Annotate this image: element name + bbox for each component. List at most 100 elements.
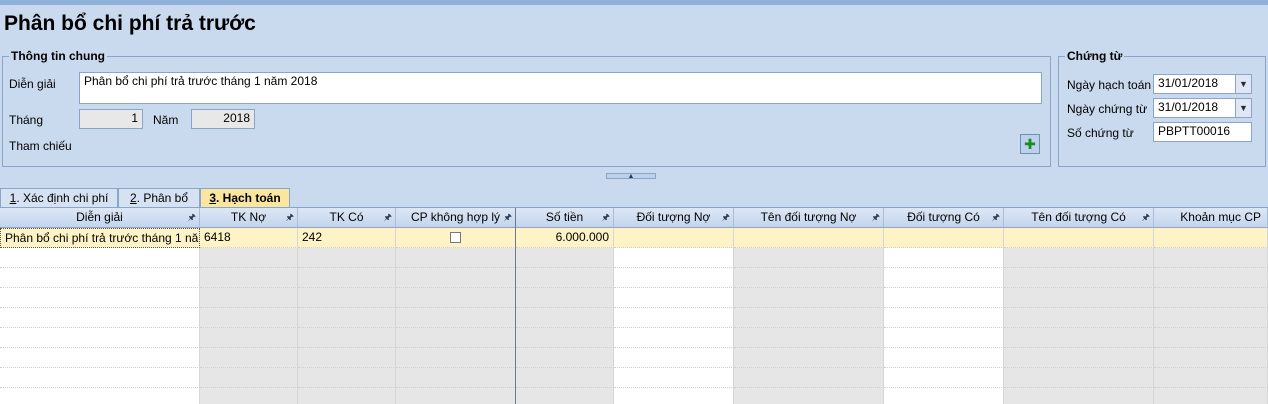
add-reference-icon[interactable]: ✚ xyxy=(1020,134,1040,154)
pin-icon[interactable]: 🖈 xyxy=(188,208,196,227)
column-header[interactable]: Tên đối tượng Có 🖈 xyxy=(1004,208,1154,228)
table-cell[interactable] xyxy=(1154,228,1268,248)
empty-cell[interactable] xyxy=(396,368,516,388)
empty-cell[interactable] xyxy=(884,388,1004,404)
empty-cell[interactable] xyxy=(614,248,734,268)
column-header[interactable]: Diễn giải 🖈 xyxy=(0,208,200,228)
empty-cell[interactable] xyxy=(516,308,614,328)
table-cell[interactable] xyxy=(614,228,734,248)
table-cell[interactable] xyxy=(1004,228,1154,248)
pin-icon[interactable]: 🖈 xyxy=(504,208,512,227)
empty-cell[interactable] xyxy=(1154,288,1268,308)
empty-cell[interactable] xyxy=(516,388,614,404)
empty-cell[interactable] xyxy=(884,348,1004,368)
table-cell[interactable] xyxy=(884,228,1004,248)
year-field[interactable]: 2018 xyxy=(191,109,255,129)
pin-icon[interactable]: 🖈 xyxy=(602,208,610,227)
empty-cell[interactable] xyxy=(1004,388,1154,404)
empty-cell[interactable] xyxy=(614,308,734,328)
empty-cell[interactable] xyxy=(734,288,884,308)
table-cell[interactable]: 6.000.000 xyxy=(516,228,614,248)
empty-cell[interactable] xyxy=(298,328,396,348)
pin-icon[interactable]: 🖈 xyxy=(1142,208,1150,227)
empty-cell[interactable] xyxy=(516,368,614,388)
chevron-down-icon[interactable]: ▼ xyxy=(1235,75,1251,93)
voucher-date-field[interactable]: 31/01/2018 ▼ xyxy=(1153,98,1252,118)
empty-cell[interactable] xyxy=(298,268,396,288)
empty-cell[interactable] xyxy=(200,308,298,328)
column-header[interactable]: CP không hợp lý 🖈 xyxy=(396,208,516,228)
table-cell[interactable]: Phân bổ chi phí trả trước tháng 1 nă... xyxy=(0,228,200,248)
empty-cell[interactable] xyxy=(884,288,1004,308)
empty-cell[interactable] xyxy=(614,388,734,404)
empty-cell[interactable] xyxy=(1154,268,1268,288)
table-cell[interactable] xyxy=(396,228,516,248)
empty-cell[interactable] xyxy=(614,268,734,288)
pin-icon[interactable]: 🖈 xyxy=(286,208,294,227)
empty-cell[interactable] xyxy=(734,368,884,388)
empty-cell[interactable] xyxy=(1154,368,1268,388)
empty-cell[interactable] xyxy=(298,348,396,368)
empty-cell[interactable] xyxy=(1004,328,1154,348)
empty-cell[interactable] xyxy=(1154,348,1268,368)
empty-cell[interactable] xyxy=(396,388,516,404)
collapse-splitter[interactable]: ▲ xyxy=(606,173,656,180)
empty-cell[interactable] xyxy=(614,328,734,348)
empty-cell[interactable] xyxy=(734,388,884,404)
empty-cell[interactable] xyxy=(0,268,200,288)
empty-cell[interactable] xyxy=(1004,248,1154,268)
month-field[interactable]: 1 xyxy=(79,109,143,129)
empty-cell[interactable] xyxy=(884,328,1004,348)
empty-cell[interactable] xyxy=(734,328,884,348)
empty-cell[interactable] xyxy=(200,288,298,308)
empty-cell[interactable] xyxy=(1004,288,1154,308)
empty-cell[interactable] xyxy=(200,268,298,288)
empty-cell[interactable] xyxy=(884,368,1004,388)
pin-icon[interactable]: 🖈 xyxy=(384,208,392,227)
tab-phan-bo[interactable]: 2. Phân bổ xyxy=(118,188,200,208)
empty-cell[interactable] xyxy=(0,388,200,404)
empty-cell[interactable] xyxy=(734,348,884,368)
column-header[interactable]: Khoản mục CP xyxy=(1154,208,1268,228)
empty-cell[interactable] xyxy=(734,248,884,268)
empty-cell[interactable] xyxy=(298,248,396,268)
empty-cell[interactable] xyxy=(298,288,396,308)
empty-cell[interactable] xyxy=(396,348,516,368)
cp-khong-hop-ly-checkbox[interactable] xyxy=(450,232,461,243)
column-header[interactable]: TK Nợ 🖈 xyxy=(200,208,298,228)
empty-cell[interactable] xyxy=(200,368,298,388)
empty-cell[interactable] xyxy=(516,288,614,308)
empty-cell[interactable] xyxy=(614,288,734,308)
column-header[interactable]: Đối tượng Có 🖈 xyxy=(884,208,1004,228)
empty-cell[interactable] xyxy=(734,308,884,328)
posting-date-field[interactable]: 31/01/2018 ▼ xyxy=(1153,74,1252,94)
pin-icon[interactable]: 🖈 xyxy=(872,208,880,227)
empty-cell[interactable] xyxy=(1154,308,1268,328)
column-header[interactable]: Tên đối tượng Nợ 🖈 xyxy=(734,208,884,228)
empty-cell[interactable] xyxy=(200,328,298,348)
empty-cell[interactable] xyxy=(614,348,734,368)
voucher-no-input[interactable]: PBPTT00016 xyxy=(1153,122,1252,142)
table-cell[interactable] xyxy=(734,228,884,248)
empty-cell[interactable] xyxy=(200,248,298,268)
column-header[interactable]: Đối tượng Nợ 🖈 xyxy=(614,208,734,228)
empty-cell[interactable] xyxy=(884,308,1004,328)
empty-cell[interactable] xyxy=(200,388,298,404)
empty-cell[interactable] xyxy=(298,308,396,328)
empty-cell[interactable] xyxy=(396,328,516,348)
empty-cell[interactable] xyxy=(396,248,516,268)
empty-cell[interactable] xyxy=(1154,328,1268,348)
empty-cell[interactable] xyxy=(396,308,516,328)
table-cell[interactable]: 242 xyxy=(298,228,396,248)
description-input[interactable]: Phân bổ chi phí trả trước tháng 1 năm 20… xyxy=(79,72,1042,104)
empty-cell[interactable] xyxy=(516,348,614,368)
empty-cell[interactable] xyxy=(1154,248,1268,268)
table-cell[interactable]: 6418 xyxy=(200,228,298,248)
empty-cell[interactable] xyxy=(516,268,614,288)
empty-cell[interactable] xyxy=(1004,368,1154,388)
empty-cell[interactable] xyxy=(0,288,200,308)
empty-cell[interactable] xyxy=(1154,388,1268,404)
empty-cell[interactable] xyxy=(200,348,298,368)
empty-cell[interactable] xyxy=(1004,268,1154,288)
empty-cell[interactable] xyxy=(884,248,1004,268)
